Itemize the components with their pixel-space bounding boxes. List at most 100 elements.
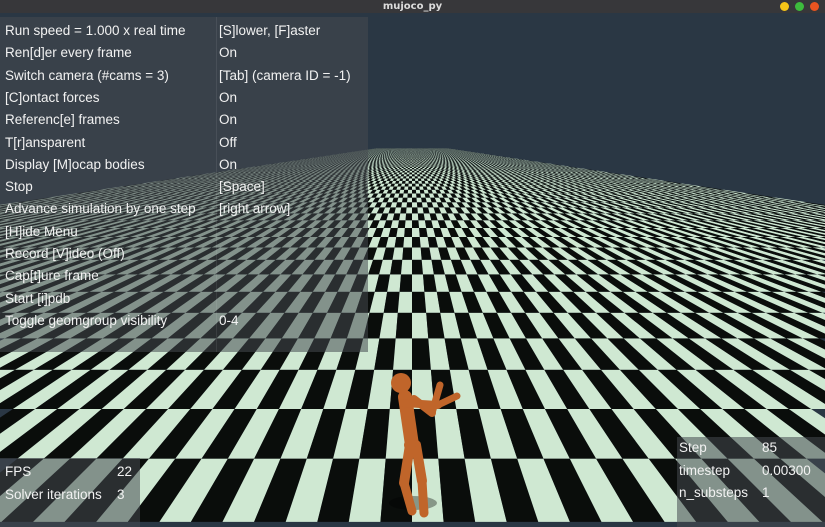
floor-tile — [407, 189, 412, 194]
maximize-button[interactable] — [795, 2, 804, 11]
floor-tile — [416, 159, 418, 161]
floor-tile — [412, 237, 421, 248]
floor-tile — [409, 172, 412, 175]
floor-tile — [415, 165, 418, 167]
floor-tile — [405, 160, 408, 162]
floor-tile — [414, 167, 417, 170]
floor-tile — [416, 172, 420, 175]
floor-tile — [415, 180, 419, 184]
floor-tile — [410, 160, 412, 162]
floor-tile — [416, 193, 422, 198]
floor-tile — [416, 160, 419, 162]
floor-tile — [413, 164, 416, 166]
floor-tile — [403, 237, 412, 248]
close-button[interactable] — [810, 2, 819, 11]
floor-tile — [400, 207, 407, 214]
floor-tile — [418, 220, 427, 228]
floor-tile — [412, 274, 425, 292]
floor-tile — [409, 169, 412, 171]
floor-tile — [414, 159, 417, 161]
floor-tile — [403, 174, 407, 177]
floor-tile — [412, 178, 416, 181]
floor-tile — [407, 167, 410, 170]
floor-tile — [406, 174, 410, 177]
floor-tile — [395, 312, 412, 339]
floor-tile — [412, 176, 415, 179]
floor-tile — [410, 161, 412, 163]
floor-tile — [412, 174, 415, 177]
floor-tile — [406, 207, 412, 214]
floor-tile — [412, 159, 414, 160]
floor-tile — [412, 162, 414, 164]
floor-tile — [412, 159, 414, 161]
floor-tile — [408, 180, 412, 184]
floor-tile — [415, 166, 419, 168]
floor-tile — [397, 220, 406, 228]
floor-tile — [412, 170, 415, 173]
floor-tile — [414, 169, 417, 171]
floor-tile — [417, 207, 424, 214]
minimize-button[interactable] — [780, 2, 789, 11]
floor-tile — [415, 163, 418, 165]
floor-tile — [412, 338, 431, 370]
floor-tile — [406, 159, 408, 161]
floor-tile — [412, 158, 414, 160]
floor-tile — [405, 166, 409, 168]
floor-tile — [415, 161, 417, 163]
floor-tile — [412, 161, 414, 163]
floor-tile — [412, 193, 417, 198]
floor-tile — [412, 172, 415, 175]
floor-tile — [414, 159, 417, 160]
floor-tile — [412, 213, 419, 221]
floor-tile — [393, 338, 412, 370]
floor-tile — [410, 165, 412, 167]
floor-tile — [404, 161, 406, 163]
floor-tile — [417, 165, 420, 167]
floor-tile — [401, 180, 406, 184]
floor-tile — [407, 159, 410, 160]
floor-tile — [409, 166, 412, 168]
floor-tile — [406, 164, 409, 166]
floor-tile — [417, 174, 421, 177]
floor-tile — [410, 163, 412, 165]
floor-tile — [406, 172, 410, 175]
floor-tile — [415, 186, 420, 190]
floor-tile — [406, 163, 409, 165]
floor-tile — [409, 158, 411, 160]
floor-tile — [408, 162, 411, 164]
floor-tile — [409, 170, 412, 173]
floor-tile — [404, 172, 408, 175]
floor-tile — [412, 169, 415, 171]
floor-tile — [405, 213, 412, 221]
simulation-viewport[interactable]: Run speed = 1.000 x real time [S]lower, [… — [0, 13, 825, 527]
floor-tile — [410, 159, 412, 160]
floor-tile — [416, 202, 423, 208]
floor-tile — [408, 165, 411, 167]
floor-tile — [410, 162, 412, 164]
floor-tile — [408, 158, 410, 160]
floor-tile — [407, 170, 410, 173]
floor-tile — [409, 167, 412, 170]
floor-tile — [408, 164, 411, 166]
floor-tile — [412, 228, 420, 237]
floor-tile — [407, 160, 410, 162]
floor-tile — [405, 161, 408, 163]
floor-tile — [419, 228, 428, 237]
floor-tile — [412, 189, 417, 194]
floor-tile — [414, 172, 418, 175]
floor-tile — [408, 183, 412, 187]
floor-tile — [416, 159, 418, 160]
floor-tile — [406, 176, 410, 179]
floor-tile — [408, 161, 411, 163]
floor-tile — [409, 159, 411, 161]
floor-tile — [407, 161, 409, 163]
floor-tile — [404, 220, 412, 228]
floor-tile — [405, 180, 409, 184]
floor-tile — [399, 213, 407, 221]
floor-tile — [407, 169, 410, 171]
title-bar: mujoco_py — [0, 0, 825, 13]
floor-tile — [405, 169, 408, 171]
floor-tile — [412, 312, 429, 339]
floor-tile — [416, 170, 420, 173]
floor-tile — [413, 162, 416, 164]
